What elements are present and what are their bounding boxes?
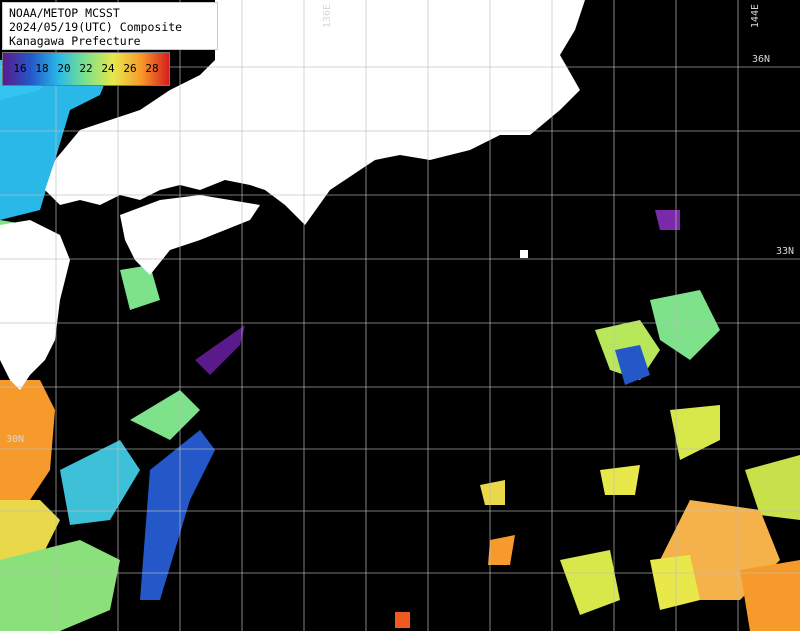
sst-patch-shikoku-south <box>120 265 160 310</box>
sst-map: NOAA/METOP MCSST 2024/05/19(UTC) Composi… <box>0 0 800 631</box>
title-date: 2024/05/19(UTC) Composite <box>9 20 183 34</box>
lon-label-136e: 136E <box>322 4 333 29</box>
scale-label: 24 <box>101 62 115 75</box>
sst-patch-e14 <box>395 612 410 628</box>
sst-patch-kuroshio2 <box>130 390 200 440</box>
sst-patch-e3 <box>650 290 720 360</box>
title-satellite: NOAA/METOP MCSST <box>9 6 120 20</box>
lat-label-33n: 33N <box>776 246 795 257</box>
lon-label-144e: 144E <box>750 4 761 29</box>
scale-label: 16 <box>13 62 27 75</box>
scale-label: 28 <box>145 62 159 75</box>
sst-patch-kuroshio4 <box>195 325 245 375</box>
title-region: Kanagawa Prefecture <box>9 34 141 48</box>
sst-patch-e4 <box>670 405 720 460</box>
title-box: NOAA/METOP MCSST 2024/05/19(UTC) Composi… <box>2 2 218 50</box>
scale-label: 26 <box>123 62 137 75</box>
lat-label-30n: 30N <box>6 434 25 445</box>
sst-patch-kuroshio1 <box>60 440 140 525</box>
temperature-scale-labels: 16 18 20 22 24 26 28 <box>3 62 169 75</box>
sst-patch-kuroshio3 <box>140 430 215 600</box>
sst-patch-e11 <box>600 465 640 495</box>
map-graphic <box>0 0 800 631</box>
sst-patch-e10 <box>480 480 505 505</box>
scale-label: 20 <box>57 62 71 75</box>
sst-patch-e9 <box>488 535 515 565</box>
sst-patch-e8 <box>560 550 620 615</box>
temperature-scale: 16 18 20 22 24 26 28 <box>2 52 170 86</box>
sst-patch-e12 <box>740 560 800 631</box>
lat-label-36n: 36N <box>752 54 771 65</box>
scale-label: 18 <box>35 62 49 75</box>
scale-label: 22 <box>79 62 93 75</box>
island-small <box>520 250 528 258</box>
shikoku <box>120 195 260 275</box>
kyushu <box>0 220 70 390</box>
sst-patches-east <box>395 210 800 631</box>
